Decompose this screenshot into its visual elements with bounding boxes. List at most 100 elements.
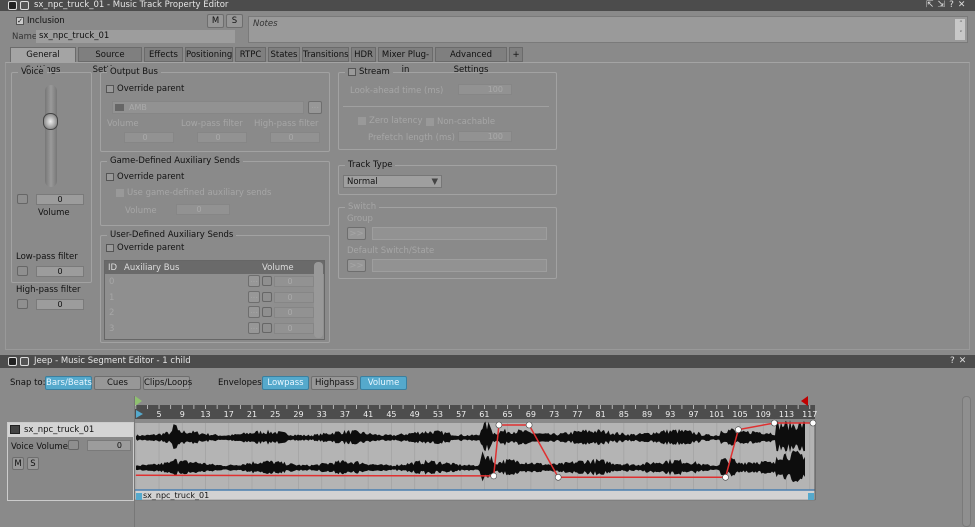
tab-hdr[interactable]: HDR <box>351 47 376 62</box>
start-marker-icon <box>135 396 142 406</box>
rtpc-icon[interactable] <box>262 291 272 302</box>
segment-window-controls[interactable]: ?✕ <box>950 356 970 366</box>
output-override-checkbox[interactable]: Override parent <box>106 84 184 94</box>
ruler-label: 13 <box>200 410 210 419</box>
envelope-lowpass-button[interactable]: Lowpass <box>262 376 309 390</box>
tab-mixer-plug-in[interactable]: Mixer Plug-in <box>378 47 433 75</box>
envelope-point[interactable] <box>490 472 497 480</box>
group-field[interactable] <box>372 227 547 240</box>
default-switch-arrow-button[interactable]: >> <box>347 259 366 272</box>
window-controls[interactable]: ⇱⇲?✕ <box>926 0 969 10</box>
envelope-point[interactable] <box>734 426 742 434</box>
stream-checkbox[interactable]: Stream <box>345 67 393 77</box>
aux-bus-browse-button[interactable]: ... <box>248 275 260 287</box>
bus-browse-button[interactable]: ... <box>308 101 322 114</box>
aux-table-row[interactable]: 1 ... 0 <box>105 290 324 306</box>
envelope-point[interactable] <box>525 421 533 429</box>
col-volume: Volume <box>262 263 294 273</box>
clip-handle-icon <box>136 493 142 500</box>
non-cachable-checkbox[interactable]: Non-cachable <box>426 117 495 127</box>
track-mute-button[interactable]: M <box>12 457 24 470</box>
rtpc-icon[interactable] <box>262 276 272 286</box>
ruler-label: 65 <box>503 410 513 419</box>
envelope-point[interactable] <box>771 419 778 427</box>
envelope-volume-button[interactable]: Volume <box>360 376 407 390</box>
mute-button[interactable]: M <box>207 14 224 28</box>
tab-advanced-settings[interactable]: Advanced Settings <box>435 47 507 75</box>
aux-table-row[interactable]: 0 ... 0 <box>105 274 324 290</box>
aux-table-row[interactable]: 3 ... 0 <box>105 321 324 337</box>
track-type-select[interactable]: Normal ▼ <box>343 175 442 188</box>
solo-button[interactable]: S <box>226 14 243 28</box>
rtpc-icon[interactable] <box>17 266 28 276</box>
prefetch-input[interactable]: 100 <box>458 131 512 142</box>
envelope-point[interactable] <box>809 419 817 427</box>
aux-table-row[interactable]: 2 ... 0 <box>105 305 324 321</box>
ruler-label: 109 <box>756 410 771 419</box>
ob-highpass-input[interactable]: 0 <box>270 132 320 143</box>
aux-bus-browse-button[interactable]: ... <box>248 306 260 318</box>
snap-bars-beats-button[interactable]: Bars/Beats <box>45 376 92 390</box>
tab-transitions[interactable]: Transitions <box>302 47 349 62</box>
game-aux-override-checkbox[interactable]: Override parent <box>106 172 184 182</box>
timeline[interactable]: 5 9 13 17 21 25 29 33 37 41 45 49 53 57 61 65 69 73 77 81 85… <box>0 390 975 527</box>
tab-effects[interactable]: Effects <box>144 47 183 62</box>
volume-slider-knob[interactable] <box>43 113 58 130</box>
voice-title: Voice <box>18 67 47 77</box>
snap-clips-loops-button[interactable]: Clips/Loops <box>143 376 192 390</box>
rtpc-icon[interactable] <box>68 440 79 450</box>
track-header[interactable]: sx_npc_truck_01 Voice Volume 0 M S <box>7 422 134 501</box>
clip-name-bar <box>134 489 816 501</box>
envelope-point[interactable] <box>722 473 729 481</box>
bus-field[interactable]: AMB <box>112 101 304 114</box>
highpass-input[interactable]: 0 <box>36 299 84 310</box>
aux-table-header: ID Auxiliary Bus Volume <box>105 261 324 274</box>
tab-general-settings[interactable]: General Settings <box>10 47 76 75</box>
envelope-point[interactable] <box>554 473 562 481</box>
aux-row-volume[interactable]: 0 <box>274 291 314 303</box>
tab-rtpc[interactable]: RTPC <box>235 47 266 62</box>
vertical-scrollbar[interactable] <box>962 396 971 527</box>
inclusion-checkbox[interactable]: ✓ Inclusion <box>16 16 65 26</box>
rtpc-icon[interactable] <box>262 307 272 317</box>
highpass-label: High-pass filter <box>16 285 81 295</box>
lowpass-input[interactable]: 0 <box>36 266 84 277</box>
snap-cues-button[interactable]: Cues <box>94 376 141 390</box>
rtpc-icon[interactable] <box>262 322 272 333</box>
notes-spin-icon[interactable]: ˄ ˅ <box>955 19 965 40</box>
tab-states[interactable]: States <box>268 47 300 62</box>
notes-textarea[interactable]: Notes ˄ ˅ <box>248 16 968 43</box>
segment-editor-titlebar: Jeep - Music Segment Editor - 1 child <box>0 355 975 368</box>
ruler-label: 41 <box>363 410 373 419</box>
ruler-label: 105 <box>732 410 747 419</box>
envelope-highpass-button[interactable]: Highpass <box>311 376 358 390</box>
ruler-label: 97 <box>688 410 698 419</box>
name-input[interactable]: sx_npc_truck_01 <box>36 30 235 43</box>
tab-add[interactable]: + <box>509 47 523 62</box>
ob-lowpass-input[interactable]: 0 <box>197 132 247 143</box>
group-arrow-button[interactable]: >> <box>347 227 366 240</box>
stream-label: Stream <box>359 67 390 77</box>
voice-volume-input[interactable]: 0 <box>87 440 131 451</box>
aux-row-volume[interactable]: 0 <box>274 276 314 287</box>
aux-row-volume[interactable]: 0 <box>274 322 314 334</box>
track-solo-button[interactable]: S <box>27 457 39 470</box>
aux-row-volume[interactable]: 0 <box>274 307 314 318</box>
aux-bus-browse-button[interactable]: ... <box>248 321 260 334</box>
ob-volume-input[interactable]: 0 <box>124 132 174 143</box>
rtpc-icon[interactable] <box>17 194 28 204</box>
tab-source-settings[interactable]: Source Settings <box>78 47 142 75</box>
game-aux-volume-input[interactable]: 0 <box>176 204 230 215</box>
volume-slider-track[interactable] <box>45 85 57 187</box>
aux-bus-browse-button[interactable]: ... <box>248 290 260 303</box>
use-game-aux-checkbox[interactable]: Use game-defined auxiliary sends <box>116 188 271 198</box>
voice-volume-input[interactable]: 0 <box>36 194 84 205</box>
tab-positioning[interactable]: Positioning <box>185 47 233 62</box>
lookahead-input[interactable]: 100 <box>458 84 512 95</box>
rtpc-icon[interactable] <box>17 299 28 309</box>
aux-table-scrollbar[interactable] <box>314 262 323 338</box>
envelope-point[interactable] <box>495 421 503 429</box>
zero-latency-checkbox[interactable]: Zero latency <box>358 116 423 126</box>
user-aux-override-checkbox[interactable]: Override parent <box>106 243 184 253</box>
default-switch-field[interactable] <box>372 259 547 272</box>
